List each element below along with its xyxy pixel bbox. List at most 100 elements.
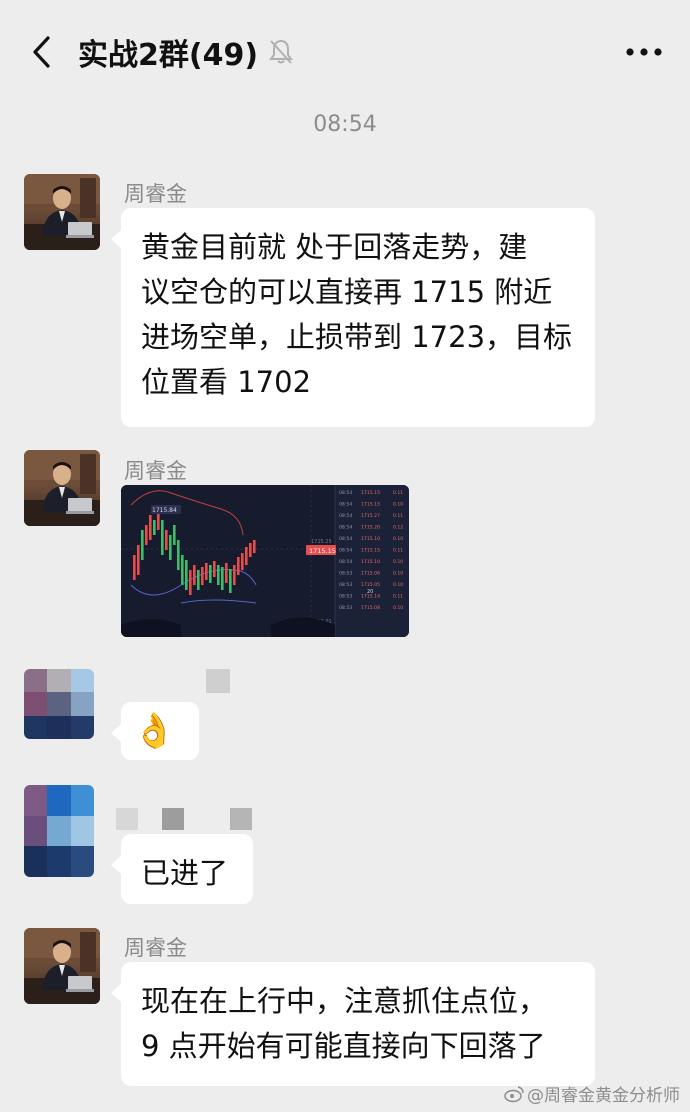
order-book-cell: 0.11 (393, 513, 403, 519)
order-book-cell: 08:54 (339, 548, 352, 554)
ok-hand-emoji: 👌 (133, 711, 176, 751)
avatar[interactable] (24, 450, 100, 526)
message-timestamp: 08:54 (313, 112, 377, 137)
order-book-cell: 08:53 (339, 594, 352, 600)
order-book-cell: 1715.15 (361, 490, 380, 496)
avatar[interactable] (24, 174, 100, 250)
candle (249, 543, 252, 557)
candle (225, 563, 228, 583)
order-book-cell: 08:54 (339, 502, 352, 508)
candle (217, 565, 220, 585)
sender-name-blurred (230, 808, 252, 830)
chevron-left-icon (33, 36, 50, 68)
more-dots-icon (626, 48, 662, 56)
order-book-cell: 0.10 (393, 536, 403, 542)
candle (181, 555, 184, 585)
candle (153, 520, 156, 535)
watermark: @周睿金黄金分析师 (503, 1081, 680, 1106)
candle (233, 565, 236, 585)
order-book-cell: 1715.15 (361, 502, 380, 508)
order-book-cell: 1715.08 (361, 605, 380, 611)
watermark-text: @周睿金黄金分析师 (527, 1086, 680, 1106)
order-book-cell: 08:54 (339, 559, 352, 565)
weibo-logo-icon (504, 1085, 524, 1102)
candle (145, 525, 148, 545)
order-book-cell: 08:53 (339, 582, 352, 588)
order-book-cell: 1715.10 (361, 559, 380, 565)
candle (213, 561, 216, 577)
chat-title: 实战2群(49) (78, 38, 259, 73)
candle (177, 540, 180, 570)
sender-name: 周睿金 (124, 936, 187, 960)
avatar[interactable] (24, 785, 94, 877)
order-book-cell: 0.12 (393, 525, 403, 531)
candle (229, 569, 232, 593)
order-book-cell: 08:54 (339, 536, 352, 542)
message-bubble[interactable]: 黄金目前就 处于回落走势，建 议空仓的可以直接再 1715 附近 进场空单，止损… (111, 208, 595, 427)
message-bubble[interactable]: 已进了 (111, 834, 253, 904)
candle (193, 565, 196, 585)
candle (209, 565, 212, 583)
order-book-cell: 08:54 (339, 513, 352, 519)
candle (133, 555, 136, 580)
order-book-cell: 08:53 (339, 571, 352, 577)
order-book-cell: 1715.20 (361, 525, 380, 531)
back-button[interactable] (22, 28, 62, 76)
candle (137, 545, 140, 575)
candle (205, 563, 208, 580)
sender-name-blurred (162, 808, 184, 830)
candle (245, 547, 248, 565)
order-book-cell: 08:54 (339, 525, 352, 531)
order-book-cell: 1715.10 (361, 536, 380, 542)
sender-name: 周睿金 (124, 182, 187, 206)
order-book-cell: 0.10 (393, 582, 403, 588)
message-bubble[interactable]: 👌 (111, 702, 199, 760)
message-text-line: 现在在上行中，注意抓住点位， (141, 984, 548, 1018)
candle (173, 525, 176, 545)
order-book-cell: 1715.14 (361, 594, 380, 600)
chart-mid-label: 1715.25 (311, 539, 332, 545)
candle (201, 567, 204, 585)
message-text-line: 议空仓的可以直接再 1715 附近 (141, 275, 553, 309)
order-book-cell: 0.11 (393, 548, 403, 554)
bell-off-icon (268, 38, 294, 66)
chat-header: 实战2群(49) (0, 0, 690, 100)
chat-screen: 实战2群(49) 08:54 周睿金 黄金目前就 处于回落走势，建 议空仓的可以… (0, 0, 690, 1112)
sender-name-blurred (206, 669, 230, 693)
avatar[interactable] (24, 928, 100, 1004)
candle (169, 535, 172, 560)
order-book-cell: 0.11 (393, 594, 403, 600)
candle (161, 520, 164, 555)
chat-title-wrap: 实战2群(49) (78, 30, 294, 74)
order-book-cell: 08:54 (339, 490, 352, 496)
order-book-cell: 0.10 (393, 559, 403, 565)
candle (141, 530, 144, 560)
message-text: 已进了 (141, 856, 229, 890)
message-text-line: 黄金目前就 处于回落走势，建 (141, 230, 528, 264)
message-text-line: 位置看 1702 (141, 365, 312, 399)
candle (237, 557, 240, 575)
order-book-cell: 1715.05 (361, 582, 380, 588)
candle (149, 515, 152, 540)
order-book-cell: 0.10 (393, 502, 403, 508)
chart-high-label: 1715.84 (152, 507, 177, 514)
message-text-line: 进场空单，止损带到 1723，目标 (141, 320, 573, 354)
sender-name-blurred (116, 808, 138, 830)
order-book-cell: 1715.27 (361, 513, 380, 519)
more-options-button[interactable] (622, 34, 666, 70)
candle (189, 570, 192, 595)
candle (253, 540, 256, 553)
avatar[interactable] (24, 669, 94, 739)
message-bubble[interactable]: 现在在上行中，注意抓住点位， 9 点开始有可能直接向下回落了 (111, 962, 595, 1086)
sender-name: 周睿金 (124, 459, 187, 483)
order-book-cell: 0.10 (393, 571, 403, 577)
order-book-cell: 08:53 (339, 605, 352, 611)
order-book-cell: 1715.06 (361, 571, 380, 577)
chart-image-message[interactable]: 08:54 1715.15 0.11 08:54 1715.15 0.10 08:54 171… (121, 485, 409, 637)
candle (197, 570, 200, 590)
order-book-cell: 0.11 (393, 490, 403, 496)
candle (165, 530, 168, 550)
message-text-line: 9 点开始有可能直接向下回落了 (141, 1029, 546, 1063)
candle (221, 567, 224, 590)
candle (185, 560, 188, 590)
